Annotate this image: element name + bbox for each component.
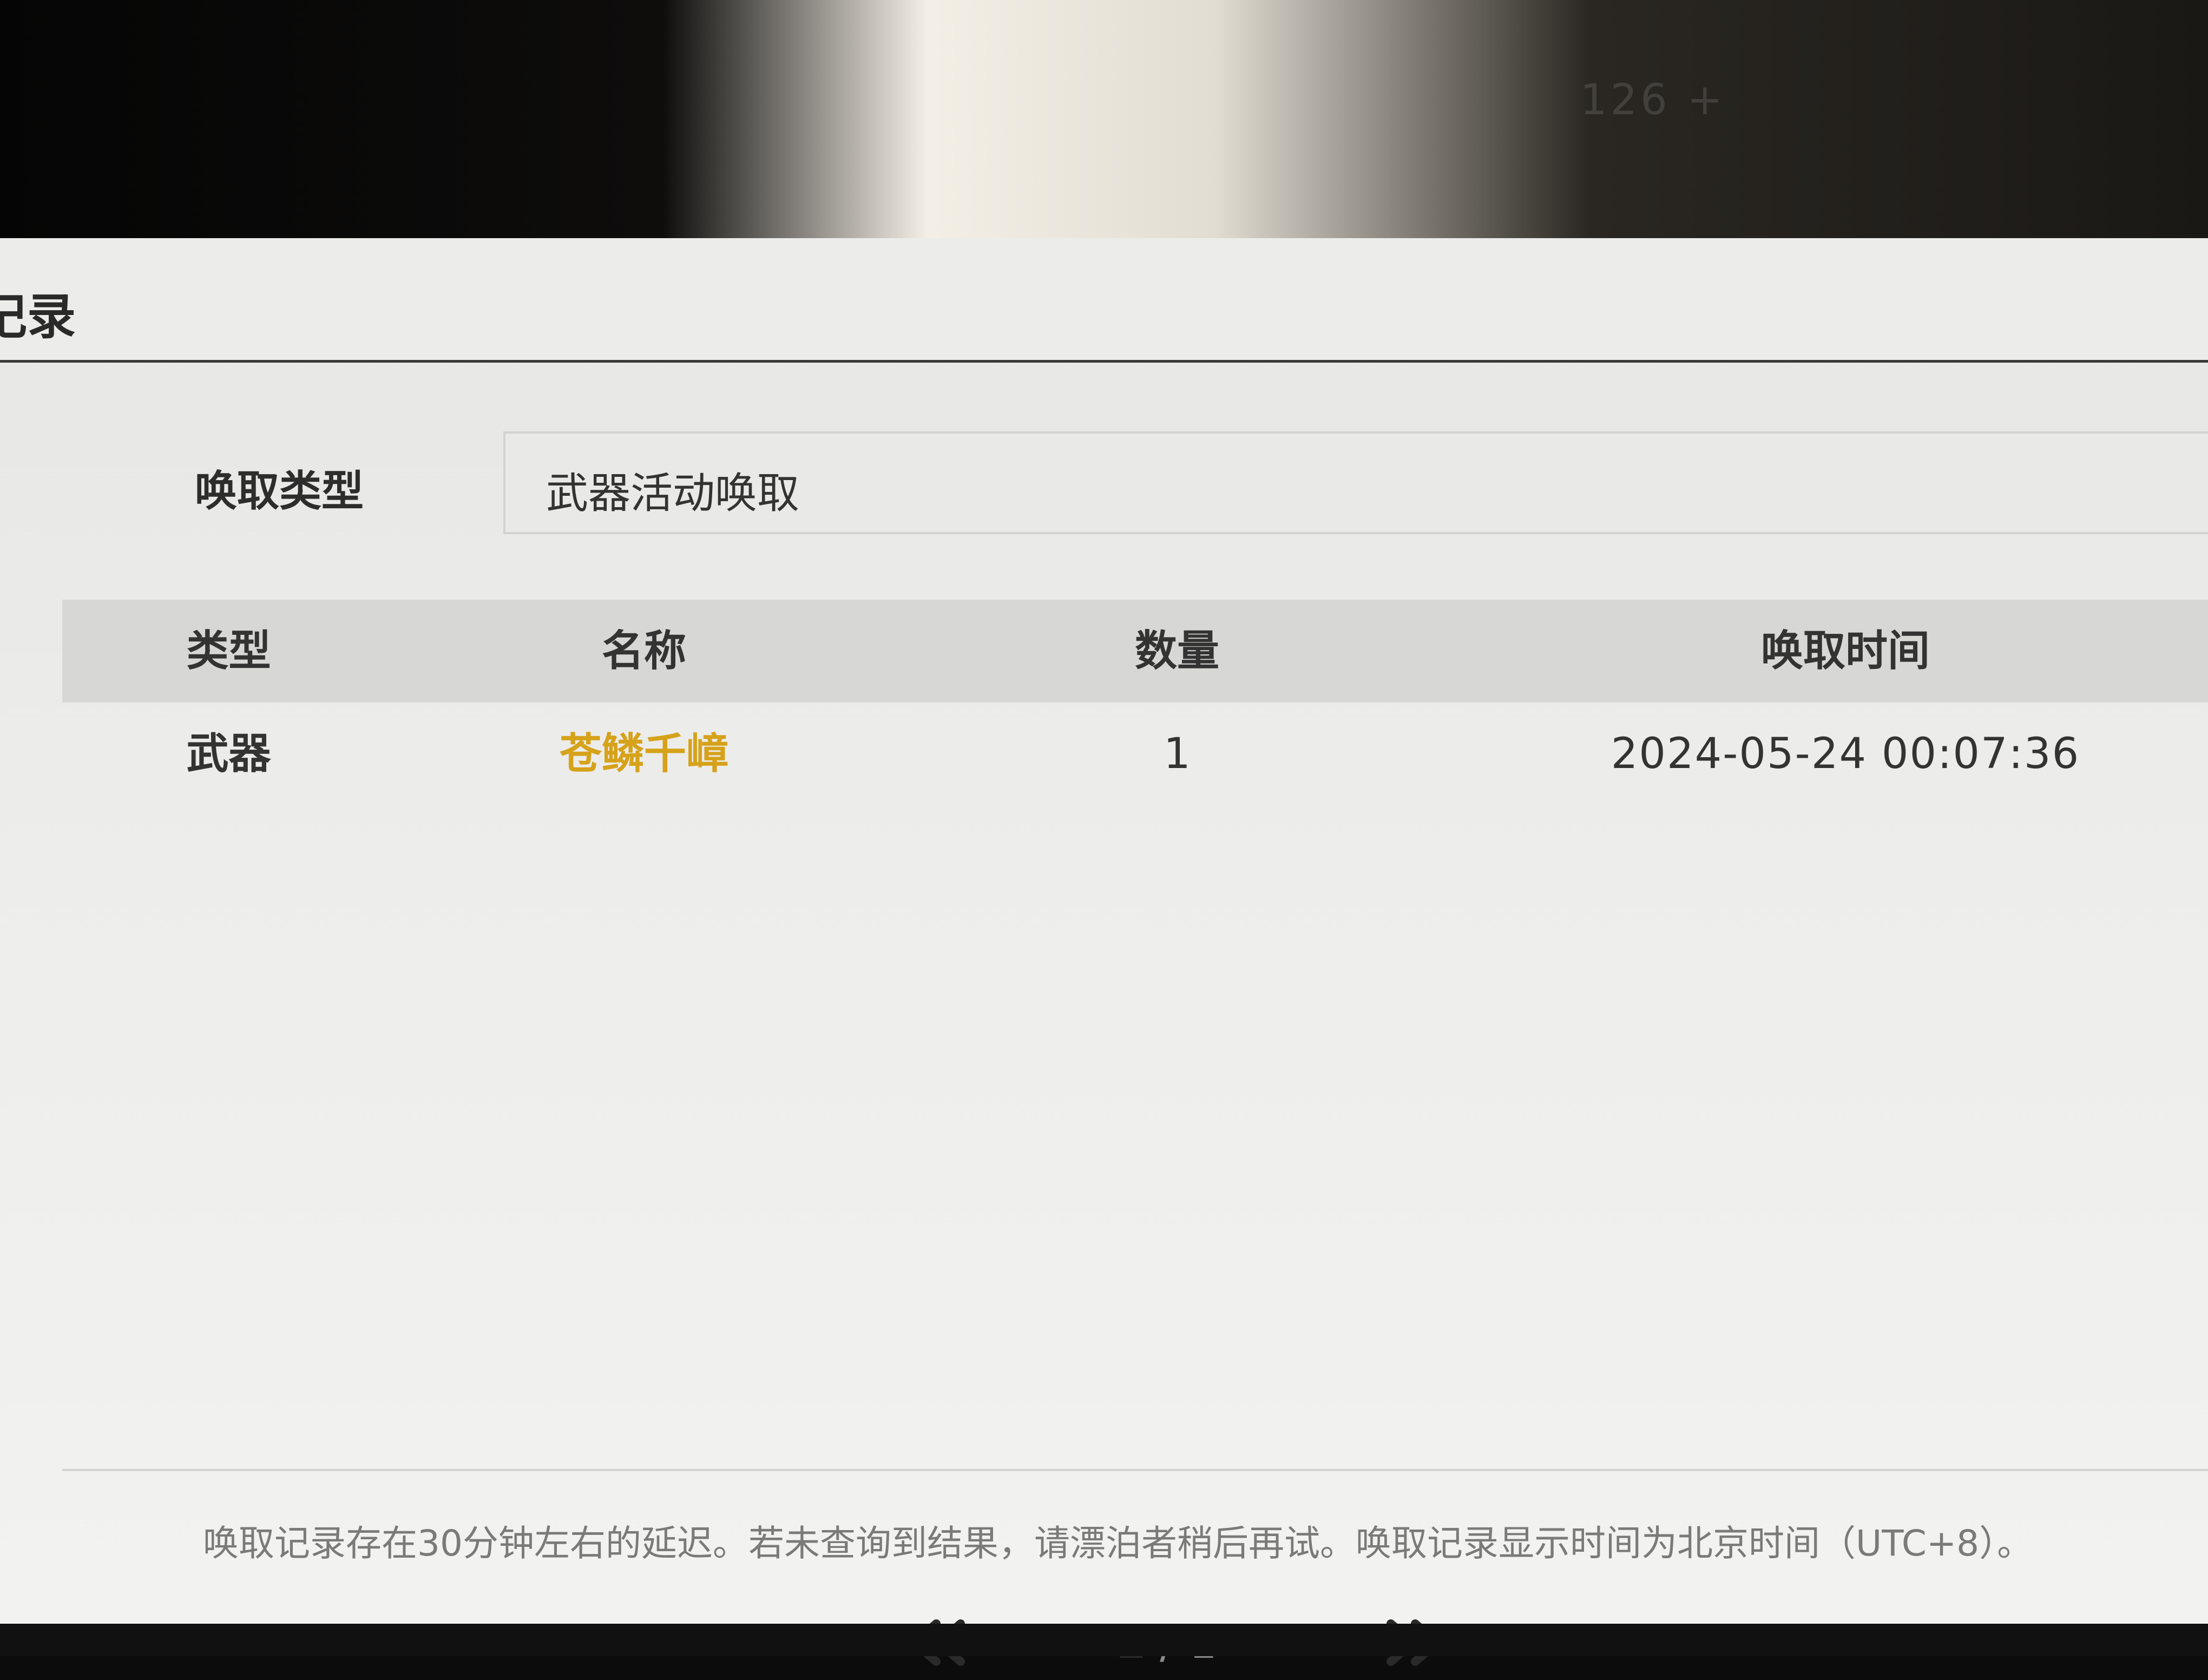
background-hud-text: 126 + (1580, 76, 1726, 124)
cell-time: 2024-05-24 00:07:36 (1611, 730, 2080, 778)
delay-notice: 唤取记录存在30分钟左右的延迟。若未查询到结果，请漂泊者稍后再试。唤取记录显示时… (203, 1522, 2033, 1564)
record-panel: 取记录 唤取类型 武器活动唤取 类型 名称 数量 唤取时间 武器 苍鳞千嶂 1 … (0, 238, 2208, 1669)
screen-bezel-bottom (0, 1624, 2208, 1656)
table-row: 武器 苍鳞千嶂 1 2024-05-24 00:07:36 (62, 703, 2208, 805)
pull-type-select-value: 武器活动唤取 (546, 469, 800, 518)
panel-header: 取记录 (0, 238, 2208, 363)
screen-bezel-top (0, 0, 2208, 238)
panel-title: 取记录 (0, 288, 76, 345)
cell-type: 武器 (186, 730, 271, 778)
header-name: 名称 (601, 627, 686, 675)
table-header: 类型 名称 数量 唤取时间 (62, 600, 2208, 703)
header-count: 数量 (1134, 627, 1219, 675)
record-table: 类型 名称 数量 唤取时间 武器 苍鳞千嶂 1 2024-05-24 00:07… (62, 600, 2208, 1471)
cell-name: 苍鳞千嶂 (559, 730, 728, 778)
filter-label: 唤取类型 (195, 467, 364, 516)
cell-count: 1 (1164, 730, 1191, 778)
header-time: 唤取时间 (1760, 627, 1930, 675)
header-type: 类型 (186, 627, 271, 675)
pull-type-select[interactable]: 武器活动唤取 (503, 431, 2208, 534)
